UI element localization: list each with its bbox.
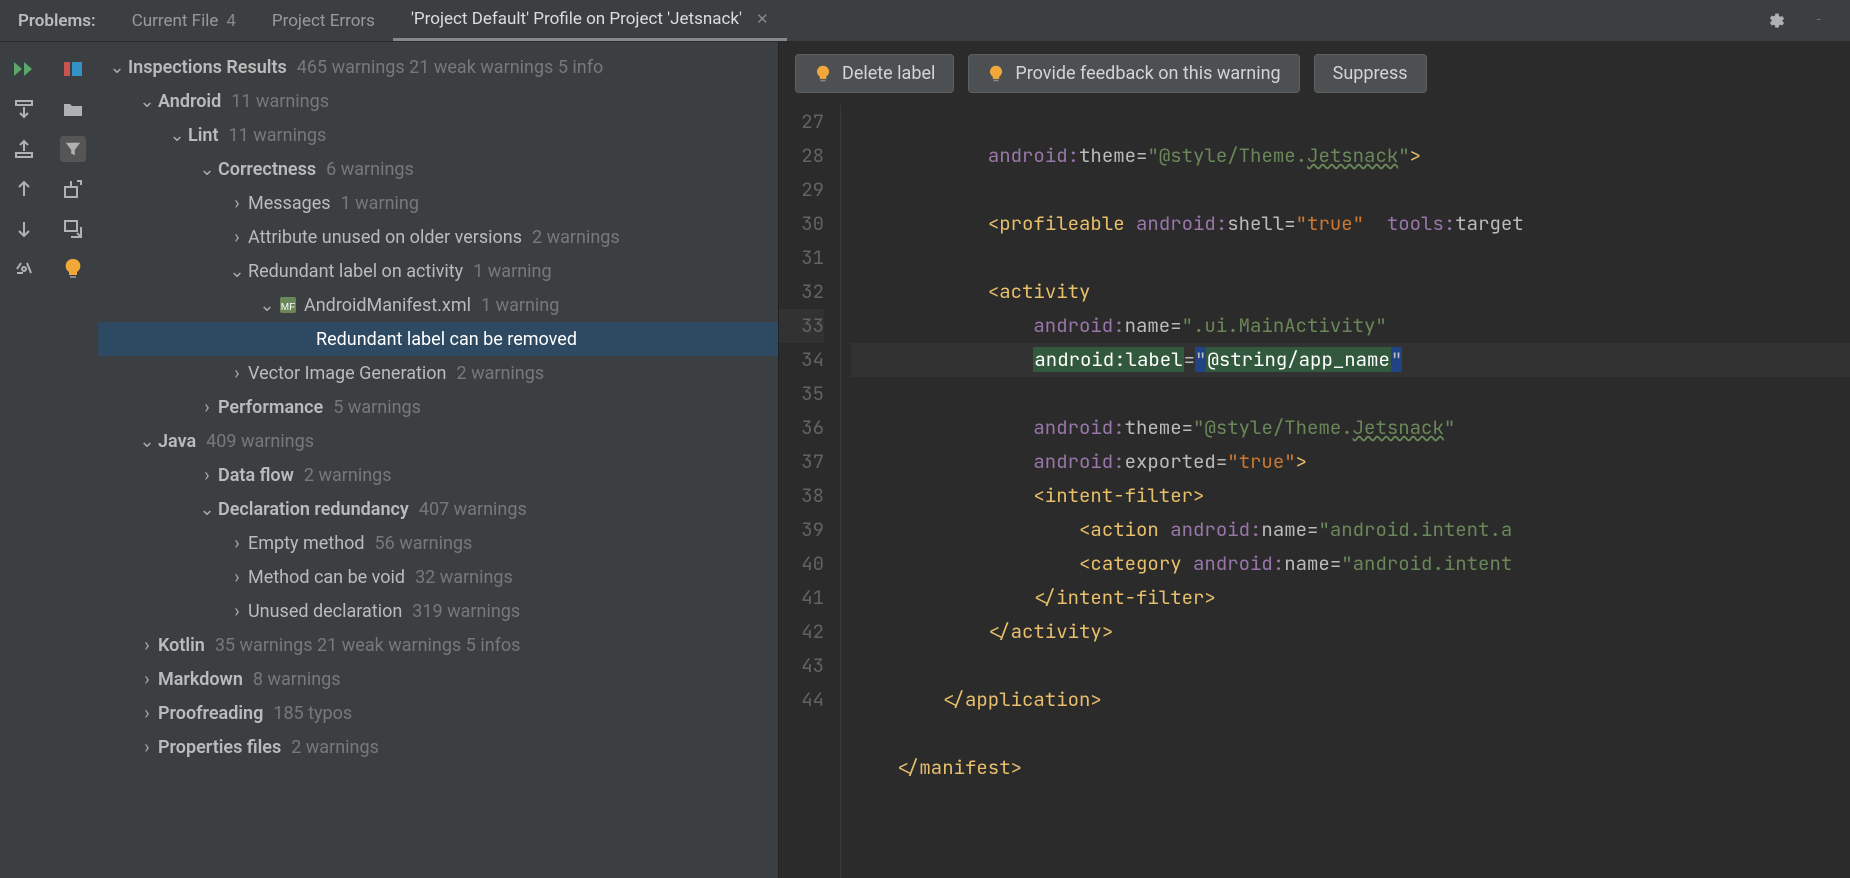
gear-icon[interactable] <box>1764 10 1786 32</box>
toolbar-left <box>0 42 48 878</box>
tree-selected-row[interactable]: Redundant label can be removed <box>98 322 778 356</box>
bulb-icon <box>987 65 1005 83</box>
group-icon[interactable] <box>60 56 86 82</box>
collapse-all-icon[interactable] <box>11 136 37 162</box>
inspection-tree[interactable]: ⌄Inspections Results465 warnings 21 weak… <box>98 42 778 878</box>
toolbar-left-2 <box>48 42 98 878</box>
settings-icon[interactable] <box>11 256 37 282</box>
chevron-down-icon[interactable]: ⌄ <box>256 295 278 316</box>
tab-profile[interactable]: 'Project Default' Profile on Project 'Je… <box>393 0 787 41</box>
prev-icon[interactable] <box>11 176 37 202</box>
chevron-right-icon[interactable]: › <box>226 363 248 384</box>
chevron-right-icon[interactable]: › <box>136 669 158 690</box>
next-icon[interactable] <box>11 216 37 242</box>
svg-text:MF: MF <box>281 302 295 313</box>
chevron-right-icon[interactable]: › <box>136 737 158 758</box>
chevron-down-icon[interactable]: ⌄ <box>106 57 128 78</box>
chevron-down-icon[interactable]: ⌄ <box>166 125 188 146</box>
quickfix-bar: Delete label Provide feedback on this wa… <box>779 42 1850 105</box>
chevron-down-icon[interactable]: ⌄ <box>226 261 248 282</box>
close-icon[interactable]: ✕ <box>756 10 769 28</box>
chevron-down-icon[interactable]: ⌄ <box>136 91 158 112</box>
import-icon[interactable] <box>60 216 86 242</box>
xml-file-icon: MF <box>278 295 298 315</box>
code-editor[interactable]: 272829303132333435363738394041424344 and… <box>779 105 1850 878</box>
tab-bar: Problems: Current File 4 Project Errors … <box>0 0 1850 42</box>
chevron-right-icon[interactable]: › <box>226 567 248 588</box>
tab-current-file[interactable]: Current File 4 <box>114 0 254 41</box>
chevron-right-icon[interactable]: › <box>196 397 218 418</box>
chevron-down-icon[interactable]: ⌄ <box>196 499 218 520</box>
chevron-down-icon[interactable]: ⌄ <box>196 159 218 180</box>
export-icon[interactable] <box>60 176 86 202</box>
chevron-down-icon[interactable]: ⌄ <box>136 431 158 452</box>
chevron-right-icon[interactable]: › <box>226 533 248 554</box>
suppress-button[interactable]: Suppress <box>1314 54 1427 93</box>
chevron-right-icon[interactable]: › <box>196 465 218 486</box>
chevron-right-icon[interactable]: › <box>226 601 248 622</box>
problems-label: Problems: <box>0 0 114 41</box>
delete-label-button[interactable]: Delete label <box>795 54 954 93</box>
feedback-button[interactable]: Provide feedback on this warning <box>968 54 1299 93</box>
folder-icon[interactable] <box>60 96 86 122</box>
tab-project-errors[interactable]: Project Errors <box>254 0 393 41</box>
bulb-icon <box>814 65 832 83</box>
code-content: android:theme="@style/Theme.Jetsnack"> <… <box>841 105 1850 878</box>
chevron-right-icon[interactable]: › <box>136 635 158 656</box>
rerun-icon[interactable] <box>11 56 37 82</box>
code-preview-panel: Delete label Provide feedback on this wa… <box>778 42 1850 878</box>
chevron-right-icon[interactable]: › <box>226 193 248 214</box>
expand-all-icon[interactable] <box>11 96 37 122</box>
line-gutter: 272829303132333435363738394041424344 <box>779 105 841 878</box>
bulb-icon[interactable] <box>60 256 86 282</box>
chevron-right-icon[interactable]: › <box>136 703 158 724</box>
minimize-icon[interactable] <box>1808 10 1830 32</box>
chevron-right-icon[interactable]: › <box>226 227 248 248</box>
filter-icon[interactable] <box>60 136 86 162</box>
